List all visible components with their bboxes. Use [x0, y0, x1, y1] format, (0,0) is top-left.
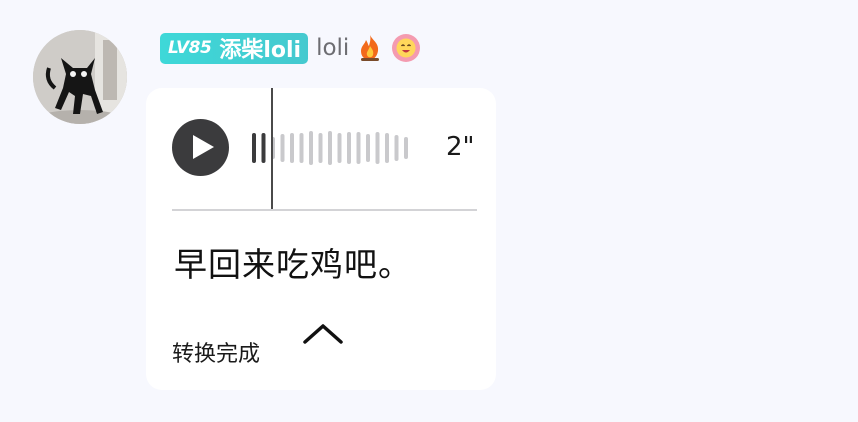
voice-waveform[interactable]	[252, 118, 432, 178]
waveform-bar	[404, 137, 408, 159]
waveform-bar	[385, 133, 389, 163]
waveform-bar	[299, 133, 304, 163]
badge-name: 添柴loli	[219, 38, 302, 63]
conversion-status-label: 转换完成	[172, 342, 261, 367]
waveform-bar	[356, 132, 361, 164]
waveform-bar	[347, 132, 351, 164]
chevron-up-icon	[303, 324, 343, 344]
fire-icon	[355, 33, 385, 63]
black-cat-avatar-image	[33, 30, 127, 124]
level-text: LV85	[168, 38, 212, 58]
level-badge[interactable]: LV85 添柴loli	[160, 32, 309, 64]
waveform-bar	[328, 131, 332, 165]
waveform-bar	[318, 133, 323, 163]
play-button[interactable]	[172, 119, 229, 176]
playback-position-line[interactable]	[271, 88, 273, 210]
chat-message: LV85 添柴loli loli 2" 早回来吃鸡吧。 转换完成	[0, 0, 858, 422]
waveform-bar	[394, 135, 399, 161]
collapse-transcript-button[interactable]	[300, 320, 346, 350]
sender-name-line: LV85 添柴loli loli	[160, 30, 421, 66]
smile-emoji-icon	[391, 33, 421, 63]
waveform-bar	[309, 131, 313, 165]
waveform-bar	[290, 133, 294, 163]
waveform-bar	[280, 134, 285, 162]
voice-duration: 2"	[446, 132, 475, 162]
waveform-bar	[261, 133, 266, 163]
waveform-bar	[337, 133, 342, 163]
play-icon	[193, 135, 214, 159]
avatar[interactable]	[33, 30, 127, 124]
waveform-bar	[252, 133, 256, 163]
conversion-status-row: 转换完成	[172, 320, 478, 370]
divider	[172, 209, 477, 211]
voice-message-bubble[interactable]: 2" 早回来吃鸡吧。 转换完成	[146, 88, 496, 390]
username[interactable]: loli	[316, 35, 349, 61]
waveform-bar	[366, 134, 370, 162]
transcript-text: 早回来吃鸡吧。	[174, 245, 412, 284]
voice-player: 2"	[172, 118, 478, 178]
waveform-bar	[375, 132, 380, 164]
